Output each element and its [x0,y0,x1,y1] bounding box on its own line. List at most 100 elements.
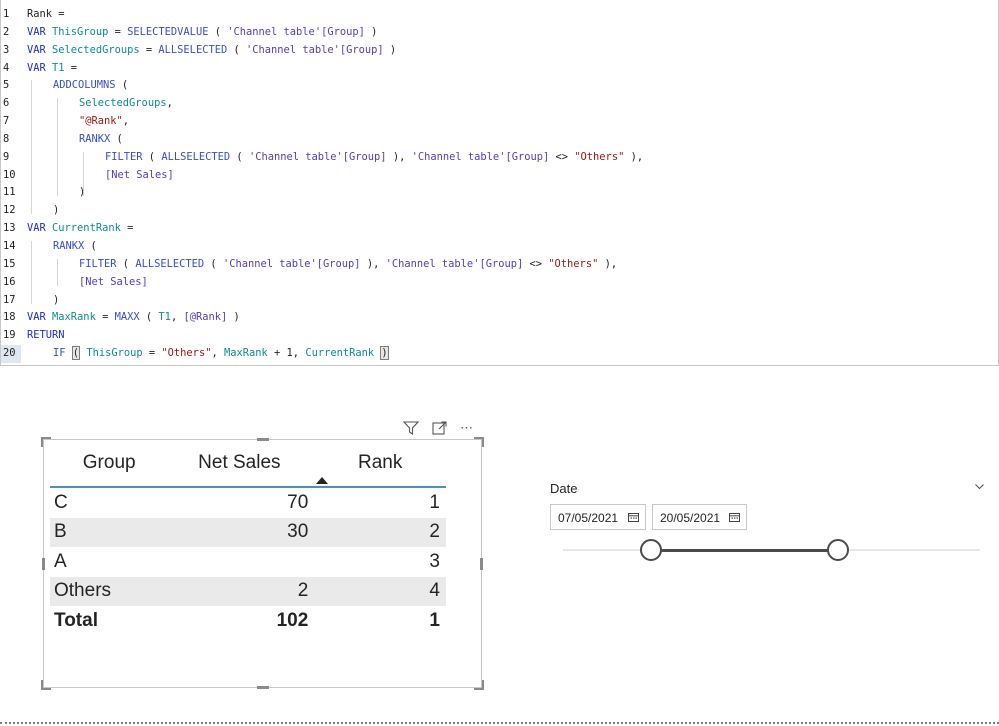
code-text: RANKX ( [79,131,123,149]
table-visual[interactable]: Group Net Sales Rank C 70 1 B 30 2 A 3 O… [41,437,484,690]
table-row: B 30 2 [50,517,446,547]
code-token: ), [386,150,412,163]
code-token: CurrentRank [305,347,375,360]
calendar-icon[interactable] [628,512,639,522]
code-token: ALLSELECTED [158,43,228,56]
cell-rank: 3 [429,550,440,572]
resize-handle-bottom[interactable] [257,686,269,689]
bracket-match-highlight: ( [71,346,81,361]
code-token: ALLSELECTED [161,150,231,163]
code-token: , [211,347,224,360]
line-number: 10 [3,168,16,181]
code-text: VAR T1 = [27,60,77,78]
slicer-title: Date [550,481,578,496]
code-token: ( [84,239,97,252]
code-token: ALLSELECTED [135,257,205,270]
start-date-input[interactable]: 07/05/2021 [550,504,646,530]
calendar-icon[interactable] [729,512,740,522]
cell-rank: 4 [314,576,446,606]
code-text: VAR CurrentRank = [27,220,133,238]
code-token: ( [227,43,247,56]
indent-guide [57,98,58,196]
end-date-input[interactable]: 20/05/2021 [652,504,747,530]
dax-formula-editor[interactable]: 1 Rank = 2 VAR ThisGroup = SELECTEDVALUE ( … [0,0,999,366]
code-token: ) [53,293,60,306]
code-text: RETURN [27,327,65,345]
code-token: [@Rank] [183,311,228,324]
code-token: VAR [27,25,53,38]
code-text: ) [53,292,59,310]
column-header-net-sales[interactable]: Net Sales [164,440,315,488]
code-token: FILTER [105,150,143,163]
date-range-selected [650,549,839,552]
indent-guide [31,241,32,304]
code-token: 'Channel table'[Group] [246,43,384,56]
code-token: = [108,25,128,38]
code-text: ) [53,202,59,220]
code-text: Rank = [27,6,65,24]
code-text: "@Rank", [79,113,129,131]
code-token: FILTER [79,257,117,270]
code-token: SelectedGroups [79,97,167,110]
resize-handle-right[interactable] [480,558,483,570]
column-header-group[interactable]: Group [50,440,165,488]
code-token: MaxRank [52,311,96,324]
code-token: = [139,43,159,56]
line-number: 13 [3,222,16,235]
code-token: SelectedGroups [52,43,140,56]
line-number: 6 [3,97,10,110]
code-token: ), [624,150,644,163]
line-number: 11 [3,186,16,199]
code-token: ( [204,257,223,270]
visual-header-toolbar: ⋯ [402,420,476,436]
code-token: + 1, [267,347,306,360]
focus-mode-icon[interactable] [430,421,448,435]
cell-net-sales: 2 [164,576,315,606]
code-text: ADDCOLUMNS ( [53,77,128,95]
end-date-value: 20/05/2021 [660,511,721,525]
start-date-value: 07/05/2021 [558,511,619,525]
code-token: "Others" [574,150,625,163]
more-options-icon[interactable]: ⋯ [458,420,476,436]
code-token: "Others" [548,257,599,270]
data-table: Group Net Sales Rank C 70 1 B 30 2 A 3 O… [50,440,446,636]
code-token: SELECTEDVALUE [127,25,209,38]
range-end-handle[interactable] [827,539,850,561]
code-token: T1 [52,61,65,74]
cell-net-sales: 30 [164,517,315,547]
code-token: 'Channel table'[Group] [222,257,361,270]
resize-handle-left[interactable] [42,558,45,570]
code-token: , [170,311,184,324]
table-row: A 3 [50,547,446,577]
code-token: ), [360,257,386,270]
line-number: 19 [3,329,16,342]
code-token: T1 [158,311,171,324]
resize-corner[interactable] [474,437,484,447]
line-number: 16 [3,275,16,288]
code-token: [Net Sales] [105,168,174,181]
code-text: [Net Sales] [79,274,148,292]
line-number: 1 [3,8,10,20]
code-token: MAXX [114,311,140,324]
resize-corner[interactable] [474,680,484,690]
code-token: ( [230,150,249,163]
code-token: 'Channel table'[Group] [385,257,524,270]
cell-rank: 2 [314,517,446,547]
code-text: [Net Sales] [105,167,174,185]
table-total-row: Total 102 1 [50,606,446,636]
cell-group: A [54,550,67,572]
code-text: IF ( ThisGroup = "Others", MaxRank + 1, … [53,345,389,363]
cell-rank: 1 [429,491,440,513]
total-net-sales: 102 [276,610,309,631]
chevron-down-icon[interactable] [975,482,984,491]
resize-corner[interactable] [41,680,51,690]
code-token: ( [142,150,162,163]
filter-icon[interactable] [402,421,420,435]
code-token: = [142,347,162,360]
code-token: RANKX [53,239,85,252]
line-number: 3 [3,43,10,56]
column-header-rank[interactable]: Rank [314,440,446,488]
range-start-handle[interactable] [639,539,662,561]
indent-guide [31,80,32,214]
sort-ascending-icon[interactable] [316,477,328,484]
